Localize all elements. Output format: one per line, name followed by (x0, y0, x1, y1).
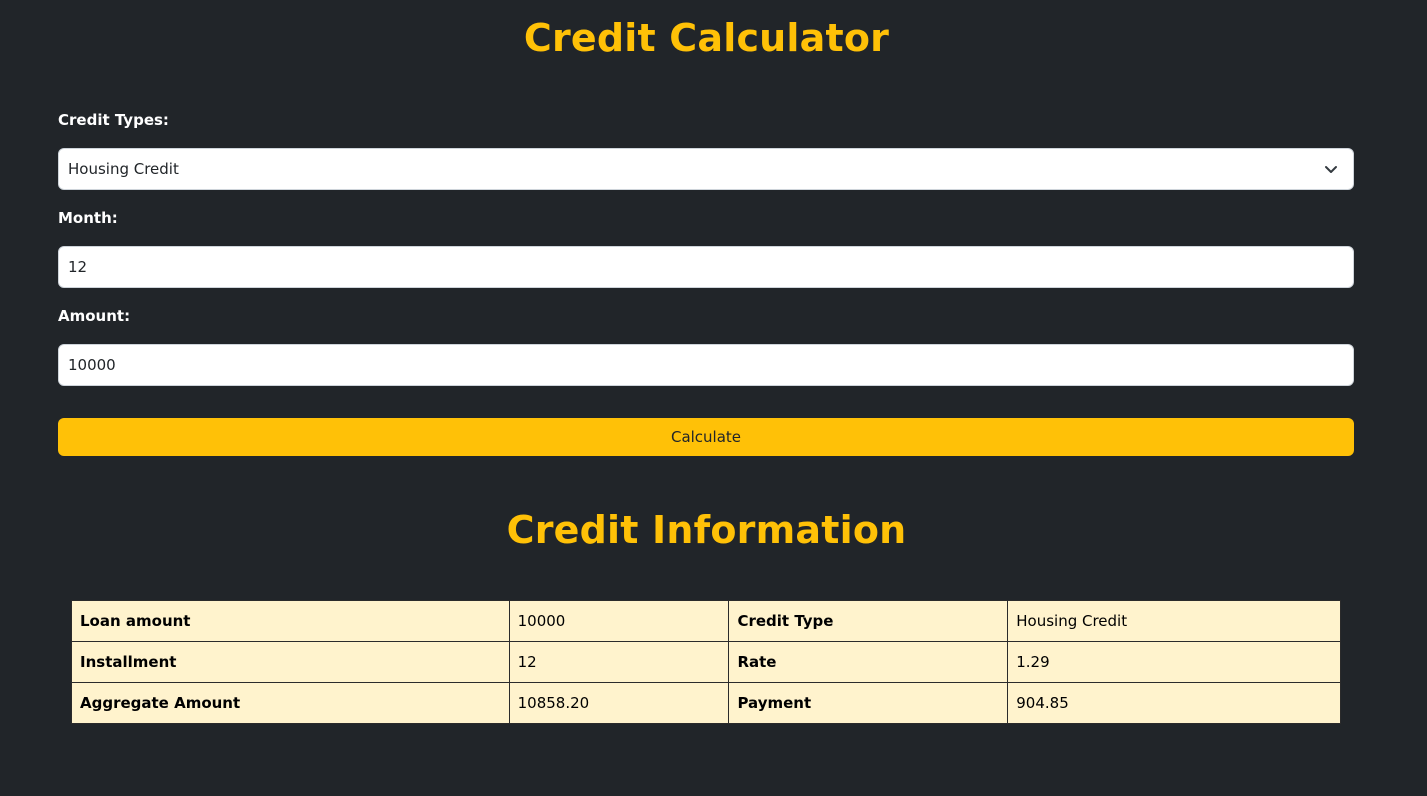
amount-input[interactable]: 10000 (58, 344, 1354, 386)
month-input-value: 12 (68, 258, 88, 276)
calculate-button[interactable]: Calculate (58, 418, 1354, 456)
amount-input-value: 10000 (68, 356, 116, 374)
amount-label: Amount: (58, 307, 131, 325)
table-row: Aggregate Amount 10858.20 Payment 904.85 (71, 682, 1341, 724)
credit-information-table: Loan amount 10000 Credit Type Housing Cr… (71, 600, 1341, 724)
loan-amount-value: 10000 (508, 600, 730, 642)
chevron-down-icon (1325, 166, 1337, 173)
credit-information-title: Credit Information (506, 508, 907, 552)
aggregate-amount-label: Aggregate Amount (71, 682, 510, 724)
page-title: Credit Calculator (523, 16, 890, 60)
credit-type-value: Housing Credit (1007, 600, 1341, 642)
installment-label: Installment (71, 641, 510, 683)
credit-types-label: Credit Types: (58, 111, 169, 129)
aggregate-amount-value: 10858.20 (508, 682, 730, 724)
installment-value: 12 (508, 641, 730, 683)
rate-value: 1.29 (1007, 641, 1341, 683)
rate-label: Rate (728, 641, 1009, 683)
credit-type-label: Credit Type (728, 600, 1009, 642)
table-row: Loan amount 10000 Credit Type Housing Cr… (71, 600, 1341, 642)
credit-type-select[interactable]: Housing Credit (58, 148, 1354, 190)
loan-amount-label: Loan amount (71, 600, 510, 642)
month-input[interactable]: 12 (58, 246, 1354, 288)
credit-type-selected-value: Housing Credit (68, 160, 179, 178)
payment-value: 904.85 (1007, 682, 1341, 724)
month-label: Month: (58, 209, 118, 227)
table-row: Installment 12 Rate 1.29 (71, 641, 1341, 683)
payment-label: Payment (728, 682, 1009, 724)
